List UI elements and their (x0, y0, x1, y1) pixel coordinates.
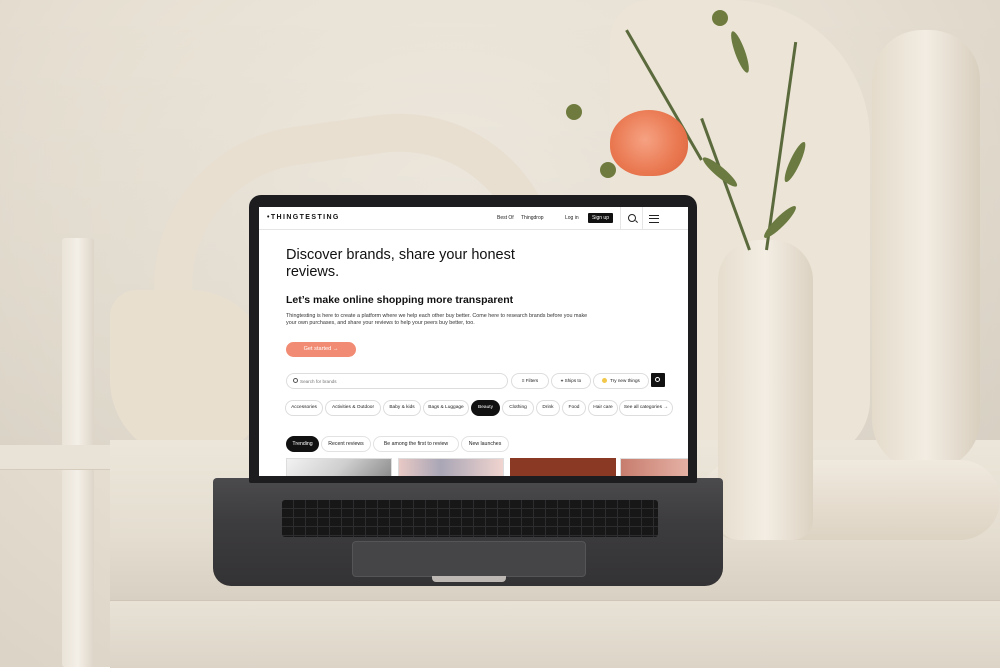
product-card[interactable] (510, 458, 616, 476)
category-accessories[interactable]: Accessories (285, 400, 323, 416)
nav-divider (642, 207, 643, 229)
ships-to-label: Ships to (564, 378, 582, 383)
search-icon (655, 377, 660, 382)
category-clothing[interactable]: Clothing (502, 400, 534, 416)
nav-divider (620, 207, 621, 229)
search-icon[interactable] (628, 214, 636, 222)
nav-link-thingdrop[interactable]: Thingdrop (521, 215, 544, 221)
tab-recent-reviews[interactable]: Recent reviews (321, 436, 371, 452)
see-all-categories[interactable]: See all categories → (619, 400, 673, 416)
filters-button[interactable]: ≡ Filters (511, 373, 549, 389)
try-new-label: Try new things (610, 378, 640, 383)
laptop-keyboard (282, 500, 658, 537)
login-link[interactable]: Log in (565, 215, 579, 221)
nav-link-best-of[interactable]: Best Of (497, 215, 514, 221)
tab-new-launches[interactable]: New launches (461, 436, 509, 452)
category-beauty[interactable]: Beauty (471, 400, 500, 416)
flower-vase (718, 240, 813, 540)
category-drink[interactable]: Drink (536, 400, 560, 416)
flower-bud (600, 162, 616, 178)
ceramic-sculpture-left (110, 290, 270, 460)
product-card[interactable] (286, 458, 392, 476)
product-card[interactable] (620, 458, 688, 476)
filters-label: Filters (525, 378, 539, 383)
rose-flower (610, 110, 688, 176)
menu-icon[interactable] (649, 215, 659, 223)
brand-search-input[interactable] (300, 376, 500, 386)
smile-icon (602, 378, 608, 384)
category-bags-luggage[interactable]: Bags & Luggage (423, 400, 469, 416)
tall-vase (872, 30, 980, 470)
category-hair-care[interactable]: Hair care (588, 400, 618, 416)
category-baby-kids[interactable]: Baby & kids (383, 400, 421, 416)
flower-bud (712, 10, 728, 26)
signup-button[interactable]: Sign up (588, 213, 613, 223)
hero-subhead: Let’s make online shopping more transpar… (286, 294, 514, 306)
brand-search-bar[interactable] (286, 373, 508, 389)
hero-headline: Discover brands, share your honest revie… (286, 247, 515, 280)
thingtesting-logo[interactable]: •THINGTESTING (267, 214, 340, 221)
laptop-notch (432, 576, 506, 582)
laptop-screen: •THINGTESTING Best Of Thingdrop Log in S… (259, 207, 688, 476)
table-front (110, 600, 1000, 668)
search-submit-button[interactable] (651, 373, 665, 387)
search-icon (293, 378, 298, 383)
category-activities-outdoor[interactable]: Activities & Outdoor (325, 400, 381, 416)
product-card[interactable] (398, 458, 504, 476)
tab-first-to-review[interactable]: Be among the first to review (373, 436, 459, 452)
tab-trending[interactable]: Trending (286, 436, 319, 452)
laptop-trackpad (352, 541, 586, 577)
category-food[interactable]: Food (562, 400, 586, 416)
get-started-button[interactable]: Get started → (286, 342, 356, 357)
top-nav: •THINGTESTING Best Of Thingdrop Log in S… (259, 207, 688, 230)
try-new-things-button[interactable]: Try new things (593, 373, 649, 389)
ships-to-button[interactable]: ⌖ Ships to (551, 373, 591, 389)
hero-description: Thingtesting is here to create a platfor… (286, 313, 588, 326)
flower-bud (566, 104, 582, 120)
